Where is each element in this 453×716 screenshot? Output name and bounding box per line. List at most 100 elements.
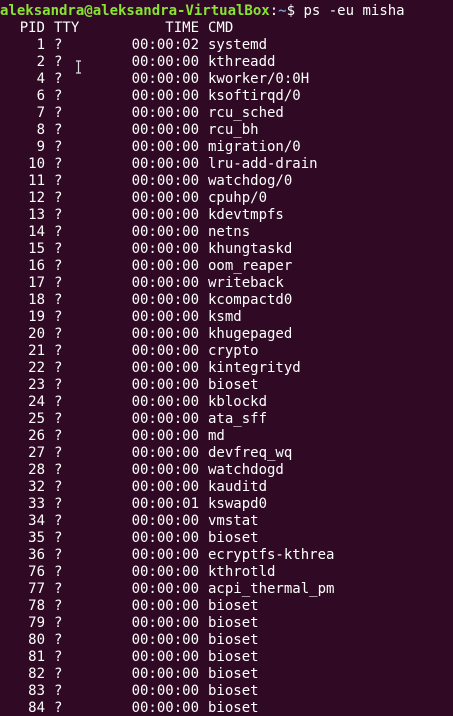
process-tty: ?: [54, 700, 63, 716]
process-pid: 4: [36, 71, 45, 87]
process-time: 00:00:00: [131, 428, 199, 444]
process-cmd: kauditd: [208, 479, 268, 495]
process-cmd: lru-add-drain: [208, 156, 318, 172]
process-tty: ?: [54, 428, 63, 444]
table-row: 84? 00:00:00 bioset: [0, 700, 453, 716]
process-tty: ?: [54, 394, 63, 410]
process-cmd: watchdogd: [208, 462, 284, 478]
process-time: 00:00:00: [131, 530, 199, 546]
table-row: 25? 00:00:00 ata_sff: [0, 411, 453, 428]
process-pid: 27: [28, 445, 45, 461]
table-row: 23? 00:00:00 bioset: [0, 377, 453, 394]
process-cmd: kdevtmpfs: [208, 207, 284, 223]
process-time: 00:00:00: [131, 275, 199, 291]
process-cmd: cpuhp/0: [208, 190, 268, 206]
table-row: 6? 00:00:00 ksoftirqd/0: [0, 88, 453, 105]
process-cmd: watchdog/0: [208, 173, 293, 189]
process-cmd: kworker/0:0H: [208, 71, 310, 87]
process-pid: 8: [36, 122, 45, 138]
process-time: 00:00:02: [131, 37, 199, 53]
process-tty: ?: [54, 105, 63, 121]
process-tty: ?: [54, 156, 63, 172]
process-pid: 19: [28, 309, 45, 325]
table-row: 26? 00:00:00 md: [0, 428, 453, 445]
process-time: 00:00:01: [131, 496, 199, 512]
header-time: TIME: [165, 20, 199, 36]
process-cmd: bioset: [208, 683, 259, 699]
process-pid: 34: [28, 513, 45, 529]
table-row: 16? 00:00:00 oom_reaper: [0, 258, 453, 275]
process-cmd: khungtaskd: [208, 241, 293, 257]
process-tty: ?: [54, 513, 63, 529]
table-row: 35? 00:00:00 bioset: [0, 530, 453, 547]
table-row: 7? 00:00:00 rcu_sched: [0, 105, 453, 122]
process-pid: 22: [28, 360, 45, 376]
table-row: 9? 00:00:00 migration/0: [0, 139, 453, 156]
process-cmd: rcu_sched: [208, 105, 284, 121]
process-time: 00:00:00: [131, 156, 199, 172]
process-pid: 28: [28, 462, 45, 478]
process-pid: 36: [28, 547, 45, 563]
process-time: 00:00:00: [131, 258, 199, 274]
process-pid: 23: [28, 377, 45, 393]
process-pid: 15: [28, 241, 45, 257]
table-row: 82? 00:00:00 bioset: [0, 666, 453, 683]
process-time: 00:00:00: [131, 173, 199, 189]
process-pid: 21: [28, 343, 45, 359]
process-tty: ?: [54, 326, 63, 342]
process-time: 00:00:00: [131, 394, 199, 410]
process-pid: 17: [28, 275, 45, 291]
process-pid: 78: [28, 598, 45, 614]
prompt-path: ~: [278, 3, 287, 19]
table-row: 17? 00:00:00 writeback: [0, 275, 453, 292]
process-tty: ?: [54, 598, 63, 614]
process-time: 00:00:00: [131, 445, 199, 461]
process-tty: ?: [54, 207, 63, 223]
process-time: 00:00:00: [131, 581, 199, 597]
process-tty: ?: [54, 615, 63, 631]
table-row: 76? 00:00:00 kthrotld: [0, 564, 453, 581]
process-pid: 20: [28, 326, 45, 342]
process-time: 00:00:00: [131, 54, 199, 70]
process-cmd: bioset: [208, 700, 259, 716]
process-time: 00:00:00: [131, 598, 199, 614]
table-row: 24? 00:00:00 kblockd: [0, 394, 453, 411]
table-row: 36? 00:00:00 ecryptfs-kthrea: [0, 547, 453, 564]
process-pid: 6: [36, 88, 45, 104]
process-pid: 1: [36, 37, 45, 53]
process-time: 00:00:00: [131, 241, 199, 257]
process-cmd: acpi_thermal_pm: [208, 581, 335, 597]
process-tty: ?: [54, 190, 63, 206]
table-row: 19? 00:00:00 ksmd: [0, 309, 453, 326]
process-cmd: bioset: [208, 649, 259, 665]
header-cmd: CMD: [208, 20, 234, 36]
table-row: 18? 00:00:00 kcompactd0: [0, 292, 453, 309]
process-cmd: oom_reaper: [208, 258, 293, 274]
process-tty: ?: [54, 275, 63, 291]
ibeam-cursor-icon: [76, 60, 81, 74]
process-pid: 14: [28, 224, 45, 240]
table-row: 10? 00:00:00 lru-add-drain: [0, 156, 453, 173]
table-row: 79? 00:00:00 bioset: [0, 615, 453, 632]
process-tty: ?: [54, 258, 63, 274]
process-cmd: kblockd: [208, 394, 268, 410]
process-time: 00:00:00: [131, 564, 199, 580]
terminal-window[interactable]: aleksandra@aleksandra-VirtualBox:~$ ps -…: [0, 0, 453, 716]
process-tty: ?: [54, 122, 63, 138]
process-pid: 83: [28, 683, 45, 699]
table-row: 8? 00:00:00 rcu_bh: [0, 122, 453, 139]
process-tty: ?: [54, 224, 63, 240]
process-time: 00:00:00: [131, 207, 199, 223]
process-time: 00:00:00: [131, 547, 199, 563]
process-pid: 18: [28, 292, 45, 308]
process-tty: ?: [54, 530, 63, 546]
process-pid: 81: [28, 649, 45, 665]
table-row: 81? 00:00:00 bioset: [0, 649, 453, 666]
header-pid: PID: [19, 20, 45, 36]
process-cmd: bioset: [208, 598, 259, 614]
process-tty: ?: [54, 411, 63, 427]
process-time: 00:00:00: [131, 360, 199, 376]
table-row: 28? 00:00:00 watchdogd: [0, 462, 453, 479]
process-cmd: systemd: [208, 37, 268, 53]
table-row: 77? 00:00:00 acpi_thermal_pm: [0, 581, 453, 598]
